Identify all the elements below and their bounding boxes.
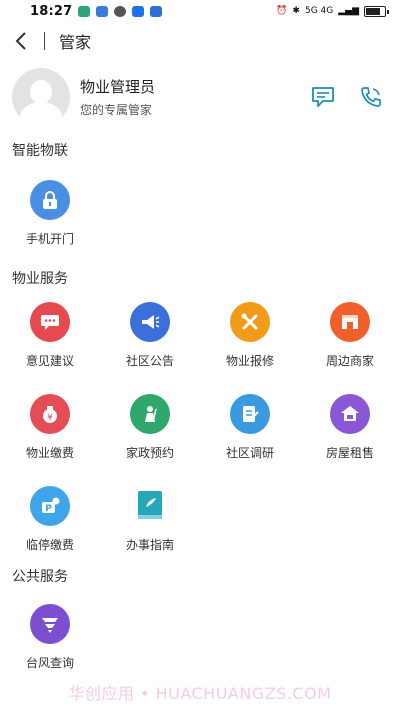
avatar — [12, 68, 70, 126]
app-notification-icon — [96, 5, 109, 17]
profile-actions — [310, 84, 388, 110]
tile-label: 办事指南 — [125, 538, 174, 552]
manager-subtitle: 您的专属管家 — [80, 103, 153, 117]
tile-label: 社区调研 — [225, 446, 274, 460]
tile-parking-fee[interactable]: P 临停缴费 — [0, 474, 100, 566]
tile-service-guide[interactable]: 办事指南 — [100, 474, 200, 566]
status-bar: 18:27 ⏰ ✱ 5G 4G ▂▄▆ — [0, 0, 400, 22]
public-grid: 台风查询 — [0, 592, 400, 684]
tile-label: 房屋租售 — [325, 446, 374, 460]
section-title-smart: 智能物联 — [12, 143, 68, 159]
tile-label: 手机开门 — [25, 232, 74, 246]
tile-label: 临停缴费 — [25, 538, 74, 552]
lock-icon — [30, 180, 70, 220]
svg-text:P: P — [45, 504, 52, 514]
app-notification-icon — [132, 5, 145, 17]
parking-fee-icon: P — [30, 486, 70, 526]
chat-notification-icon — [114, 5, 127, 17]
tile-label: 家政预约 — [125, 446, 174, 460]
bluetooth-icon: ✱ — [292, 6, 300, 16]
tile-label: 社区公告 — [125, 354, 174, 368]
section-title-public: 公共服务 — [12, 569, 68, 585]
svg-text:¥: ¥ — [47, 413, 53, 423]
tile-label: 周边商家 — [325, 354, 374, 368]
page-title: 管家 — [59, 33, 92, 52]
tile-nearby-shops[interactable]: 周边商家 — [300, 290, 400, 382]
guide-book-icon — [130, 486, 170, 526]
phone-icon[interactable] — [358, 84, 384, 110]
signal-icon: ▂▄▆ — [338, 6, 359, 16]
chat-bubble-icon — [30, 302, 70, 342]
tile-feedback[interactable]: 意见建议 — [0, 290, 100, 382]
tile-label: 物业缴费 — [25, 446, 74, 460]
tile-housekeeping[interactable]: 家政预约 — [100, 382, 200, 474]
top-bar: 管家 — [0, 22, 400, 60]
section-title-property: 物业服务 — [12, 271, 68, 287]
app-notification-icon — [78, 5, 91, 17]
tile-phone-unlock[interactable]: 手机开门 — [0, 168, 100, 260]
manager-name: 物业管理员 — [80, 78, 156, 96]
typhoon-icon — [30, 604, 70, 644]
message-icon[interactable] — [310, 84, 336, 110]
property-grid: 意见建议 社区公告 物业报修 周边商家 ¥ 物业缴费 家政预约 社区调研 房屋租… — [0, 290, 400, 566]
status-left: 18:27 — [30, 3, 163, 19]
tile-property-fee[interactable]: ¥ 物业缴费 — [0, 382, 100, 474]
smart-grid: 手机开门 — [0, 168, 400, 260]
house-icon — [330, 394, 370, 434]
money-bag-icon: ¥ — [30, 394, 70, 434]
survey-icon — [230, 394, 270, 434]
tile-notice[interactable]: 社区公告 — [100, 290, 200, 382]
profile-info: 物业管理员 您的专属管家 — [80, 76, 310, 118]
tile-label: 物业报修 — [225, 354, 274, 368]
tile-typhoon[interactable]: 台风查询 — [0, 592, 100, 684]
battery-icon — [364, 5, 389, 17]
alarm-icon: ⏰ — [276, 6, 288, 16]
status-time: 18:27 — [30, 3, 73, 19]
watermark: 华创应用 • HUACHUANGZS.COM — [68, 684, 332, 703]
shop-icon — [330, 302, 370, 342]
manager-profile: 物业管理员 您的专属管家 — [0, 64, 400, 130]
status-right: ⏰ ✱ 5G 4G ▂▄▆ — [276, 5, 389, 17]
tile-house-rental[interactable]: 房屋租售 — [300, 382, 400, 474]
tools-icon — [230, 302, 270, 342]
tile-label: 台风查询 — [25, 656, 74, 670]
megaphone-icon — [130, 302, 170, 342]
housekeeper-icon — [130, 394, 170, 434]
title-divider — [44, 32, 45, 50]
app-notification-icon — [150, 5, 163, 17]
tile-label: 意见建议 — [25, 354, 74, 368]
tile-repair[interactable]: 物业报修 — [200, 290, 300, 382]
back-icon[interactable] — [10, 30, 32, 52]
network-label: 5G 4G — [304, 6, 334, 16]
tile-survey[interactable]: 社区调研 — [200, 382, 300, 474]
